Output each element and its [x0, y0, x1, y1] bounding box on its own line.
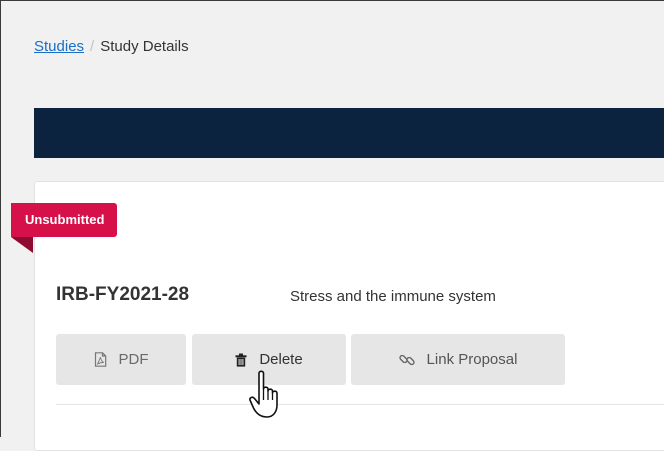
- pdf-button-label: PDF: [118, 351, 149, 368]
- pdf-file-icon: [94, 352, 107, 367]
- status-ribbon-fold: [11, 237, 33, 253]
- breadcrumb-current: Study Details: [100, 38, 189, 55]
- status-badge: Unsubmitted: [11, 203, 118, 237]
- trash-icon: [235, 353, 247, 367]
- hand-pointer-cursor-icon: [249, 370, 278, 418]
- study-card: [34, 181, 664, 451]
- pdf-button[interactable]: PDF: [56, 334, 186, 385]
- study-id: IRB-FY2021-28: [56, 284, 190, 305]
- link-proposal-button-label: Link Proposal: [426, 351, 518, 368]
- link-icon: [398, 352, 415, 368]
- link-proposal-button[interactable]: Link Proposal: [351, 334, 565, 385]
- top-navigation-bar: [34, 108, 664, 158]
- delete-button-label: Delete: [259, 351, 303, 368]
- study-title: Stress and the immune system: [290, 288, 496, 305]
- card-divider: [56, 404, 664, 405]
- breadcrumb: Studies / Study Details: [34, 38, 189, 55]
- breadcrumb-link-studies[interactable]: Studies: [34, 38, 84, 55]
- breadcrumb-separator: /: [90, 38, 95, 55]
